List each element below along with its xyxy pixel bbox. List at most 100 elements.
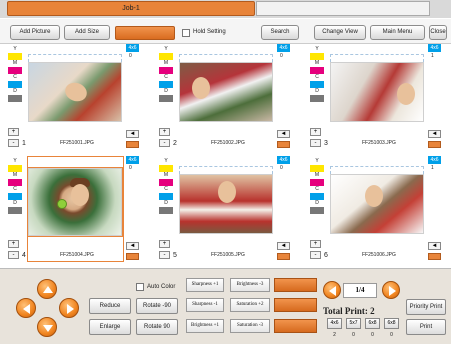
- priority-print-button[interactable]: Priority Print: [406, 299, 446, 315]
- cyan-bar[interactable]: [310, 193, 324, 200]
- photo-thumbnail[interactable]: [179, 174, 273, 234]
- saturation-increase-button[interactable]: Saturation +2: [230, 298, 270, 312]
- size-6x8-button[interactable]: 6x8: [384, 318, 399, 329]
- close-button[interactable]: Close: [429, 25, 447, 40]
- magenta-label: M: [163, 172, 169, 178]
- adjust-value-field[interactable]: [274, 278, 317, 292]
- rotate-90-button[interactable]: Rotate 90: [136, 319, 178, 335]
- photo-option-button[interactable]: [126, 141, 139, 148]
- previous-page-button[interactable]: [323, 281, 341, 299]
- density-bar[interactable]: [8, 207, 22, 214]
- adjust-value-field[interactable]: [274, 298, 317, 312]
- density-bar[interactable]: [8, 95, 22, 102]
- quantity-plus-button[interactable]: +: [159, 128, 170, 136]
- cyan-bar[interactable]: [8, 81, 22, 88]
- add-picture-button[interactable]: Add Picture: [10, 25, 60, 40]
- reduce-button[interactable]: Reduce: [89, 298, 131, 314]
- yellow-bar[interactable]: [310, 53, 324, 60]
- photo-cell[interactable]: Y M C D 4x6 1 + - 3 FF251003.JPG ◄: [302, 44, 451, 155]
- move-right-button[interactable]: [59, 298, 79, 318]
- photo-cell-selected[interactable]: Y M C D 4x6 0 + - 4 FF251004.JPG ◄: [0, 156, 151, 267]
- quantity-stepper: + -: [310, 240, 321, 262]
- yellow-bar[interactable]: [310, 165, 324, 172]
- photo-option-button[interactable]: [277, 141, 290, 148]
- rotate-left-icon[interactable]: ◄: [277, 242, 290, 250]
- size-selector-field[interactable]: [115, 26, 175, 40]
- density-bar[interactable]: [310, 95, 324, 102]
- yellow-bar[interactable]: [159, 53, 173, 60]
- sharpness-increase-button[interactable]: Sharpness +1: [186, 278, 224, 292]
- photo-cell[interactable]: Y M C D 4x6 0 + - 1 FF251001.JPG ◄: [0, 44, 151, 155]
- size-4x6-button[interactable]: 4x6: [327, 318, 342, 329]
- cyan-bar[interactable]: [8, 193, 22, 200]
- photo-thumbnail[interactable]: [330, 174, 424, 234]
- magenta-bar[interactable]: [310, 179, 324, 186]
- add-size-button[interactable]: Add Size: [64, 25, 110, 40]
- move-down-button[interactable]: [37, 317, 57, 337]
- density-bar[interactable]: [159, 207, 173, 214]
- quantity-stepper: + -: [159, 240, 170, 262]
- yellow-bar[interactable]: [8, 53, 22, 60]
- photo-option-button[interactable]: [126, 253, 139, 260]
- yellow-bar[interactable]: [159, 165, 173, 172]
- quantity-minus-button[interactable]: -: [159, 139, 170, 147]
- sharpness-decrease-button[interactable]: Sharpness -1: [186, 298, 224, 312]
- quantity-minus-button[interactable]: -: [8, 251, 19, 259]
- photo-cell[interactable]: Y M C D 4x6 0 + - 2 FF251002.JPG ◄: [151, 44, 302, 155]
- photo-thumbnail[interactable]: [179, 62, 273, 122]
- yellow-bar[interactable]: [8, 165, 22, 172]
- photo-option-button[interactable]: [428, 141, 441, 148]
- app-window: Job-1 Add Picture Add Size Hold Setting …: [0, 0, 451, 344]
- brightness-decrease-button[interactable]: Brightness -3: [230, 278, 270, 292]
- photo-thumbnail[interactable]: [330, 62, 424, 122]
- cyan-bar[interactable]: [310, 81, 324, 88]
- next-page-button[interactable]: [382, 281, 400, 299]
- quantity-minus-button[interactable]: -: [159, 251, 170, 259]
- quantity-minus-button[interactable]: -: [310, 251, 321, 259]
- rotate-left-icon[interactable]: ◄: [428, 130, 441, 138]
- quantity-plus-button[interactable]: +: [310, 240, 321, 248]
- photo-cell[interactable]: Y M C D 4x6 0 + - 5 FF251005.JPG ◄: [151, 156, 302, 267]
- print-quantity: 1: [431, 53, 434, 59]
- enlarge-button[interactable]: Enlarge: [89, 319, 131, 335]
- main-menu-button[interactable]: Main Menu: [370, 25, 425, 40]
- quantity-plus-button[interactable]: +: [8, 240, 19, 248]
- photo-thumbnail[interactable]: [28, 62, 122, 122]
- density-bar[interactable]: [310, 207, 324, 214]
- magenta-bar[interactable]: [8, 179, 22, 186]
- cyan-bar[interactable]: [159, 193, 173, 200]
- brightness-increase-button[interactable]: Brightness +1: [186, 319, 224, 333]
- photo-thumbnail[interactable]: [28, 168, 122, 236]
- magenta-bar[interactable]: [310, 67, 324, 74]
- density-bar[interactable]: [159, 95, 173, 102]
- quantity-plus-button[interactable]: +: [159, 240, 170, 248]
- size-5x7-button[interactable]: 5x7: [346, 318, 361, 329]
- magenta-bar[interactable]: [8, 67, 22, 74]
- quantity-minus-button[interactable]: -: [310, 139, 321, 147]
- hold-setting-checkbox[interactable]: [182, 29, 190, 37]
- cyan-bar[interactable]: [159, 81, 173, 88]
- photo-cell[interactable]: Y M C D 4x6 1 + - 6 FF251006.JPG ◄: [302, 156, 451, 267]
- search-button[interactable]: Search: [261, 25, 299, 40]
- photo-option-button[interactable]: [277, 253, 290, 260]
- quantity-plus-button[interactable]: +: [8, 128, 19, 136]
- move-left-button[interactable]: [16, 298, 36, 318]
- magenta-bar[interactable]: [159, 67, 173, 74]
- change-view-button[interactable]: Change View: [314, 25, 366, 40]
- quantity-plus-button[interactable]: +: [310, 128, 321, 136]
- size-6x8-button[interactable]: 6x8: [365, 318, 380, 329]
- rotate-minus-90-button[interactable]: Rotate -90: [136, 298, 178, 314]
- rotate-left-icon[interactable]: ◄: [428, 242, 441, 250]
- print-button[interactable]: Print: [406, 319, 446, 335]
- magenta-bar[interactable]: [159, 179, 173, 186]
- job-tab[interactable]: Job-1: [7, 1, 255, 16]
- saturation-decrease-button[interactable]: Saturation -3: [230, 319, 270, 333]
- move-up-button[interactable]: [37, 279, 57, 299]
- quantity-minus-button[interactable]: -: [8, 139, 19, 147]
- rotate-left-icon[interactable]: ◄: [126, 130, 139, 138]
- photo-option-button[interactable]: [428, 253, 441, 260]
- rotate-left-icon[interactable]: ◄: [126, 242, 139, 250]
- auto-color-checkbox[interactable]: [136, 283, 144, 291]
- adjust-value-field[interactable]: [274, 319, 317, 333]
- rotate-left-icon[interactable]: ◄: [277, 130, 290, 138]
